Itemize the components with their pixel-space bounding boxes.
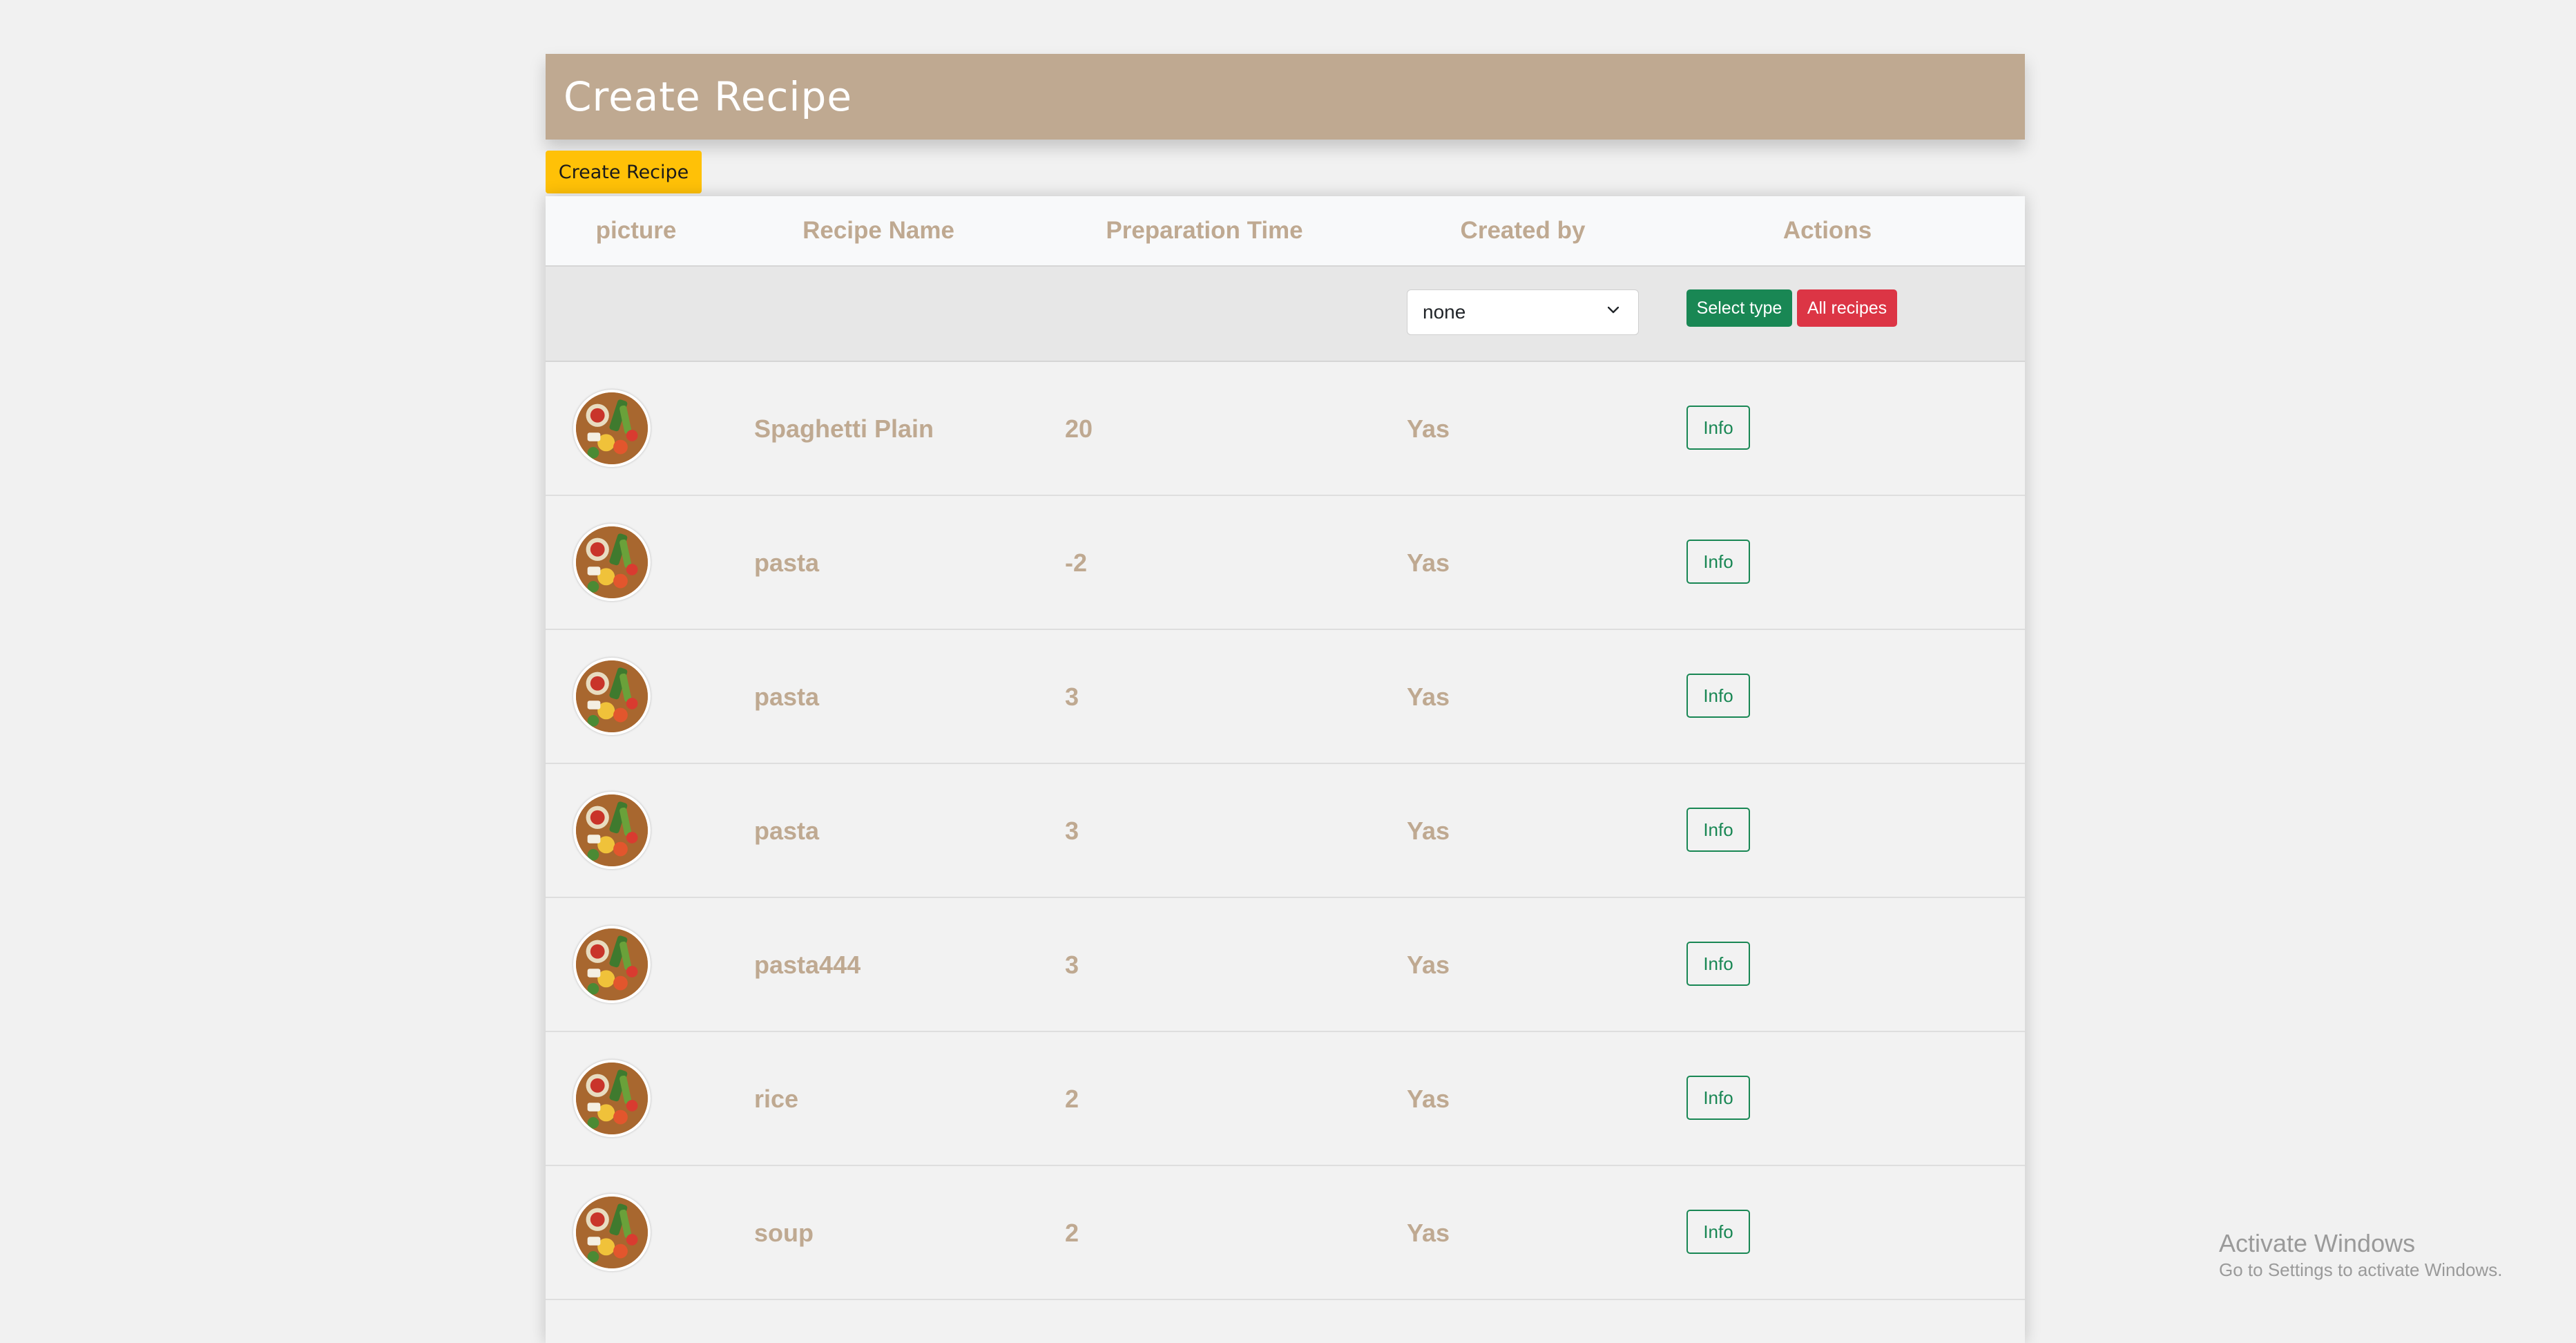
preparation-time: 20	[1065, 415, 1093, 443]
table-row: pasta 3 Yas Info	[546, 630, 2025, 764]
info-button[interactable]: Info	[1686, 1076, 1750, 1120]
recipe-name: Spaghetti Plain	[754, 415, 934, 443]
info-button[interactable]: Info	[1686, 942, 1750, 986]
table-row: pasta444 3 Yas Info	[546, 898, 2025, 1032]
column-header-created-by: Created by	[1460, 217, 1586, 244]
recipe-thumbnail-image	[573, 1060, 651, 1137]
created-by: Yas	[1407, 1219, 1450, 1247]
type-select[interactable]: none	[1407, 289, 1639, 335]
windows-activation-watermark: Activate Windows Go to Settings to activ…	[2219, 1228, 2502, 1281]
watermark-title: Activate Windows	[2219, 1229, 2416, 1257]
created-by: Yas	[1407, 1085, 1450, 1113]
created-by: Yas	[1407, 549, 1450, 577]
recipe-name: pasta	[754, 549, 820, 577]
create-recipe-button[interactable]: Create Recipe	[546, 151, 702, 193]
preparation-time: -2	[1065, 549, 1088, 577]
info-button[interactable]: Info	[1686, 540, 1750, 584]
recipe-name: pasta444	[754, 951, 861, 979]
select-type-button[interactable]: Select type	[1686, 289, 1792, 327]
table-body: Spaghetti Plain 20 Yas Info pasta -2 Yas Info pa…	[546, 362, 2025, 1300]
created-by: Yas	[1407, 951, 1450, 979]
recipe-thumbnail-image	[573, 390, 651, 467]
created-by: Yas	[1407, 683, 1450, 711]
column-header-picture: picture	[595, 217, 677, 244]
watermark-subtitle: Go to Settings to activate Windows.	[2219, 1259, 2503, 1280]
column-header-recipe-name: Recipe Name	[802, 217, 954, 244]
table-header: picture Recipe Name Preparation Time Cre…	[546, 196, 2025, 267]
table-row: rice 2 Yas Info	[546, 1032, 2025, 1166]
preparation-time: 3	[1065, 951, 1079, 979]
info-button[interactable]: Info	[1686, 674, 1750, 718]
recipe-name: pasta	[754, 683, 820, 711]
recipe-thumbnail-image	[573, 1194, 651, 1271]
recipe-name: rice	[754, 1085, 799, 1113]
info-button[interactable]: Info	[1686, 808, 1750, 852]
recipe-thumbnail-image	[573, 926, 651, 1003]
recipe-thumbnail-image	[573, 792, 651, 869]
preparation-time: 3	[1065, 683, 1079, 711]
created-by: Yas	[1407, 415, 1450, 443]
info-button[interactable]: Info	[1686, 406, 1750, 450]
chevron-down-icon	[1608, 307, 1619, 314]
recipes-table: picture Recipe Name Preparation Time Cre…	[546, 196, 2025, 1343]
table-row: pasta -2 Yas Info	[546, 496, 2025, 630]
filter-row: none Select type All recipes	[546, 267, 2025, 362]
info-button[interactable]: Info	[1686, 1210, 1750, 1254]
column-header-actions: Actions	[1782, 217, 1872, 244]
recipe-thumbnail-image	[573, 658, 651, 735]
preparation-time: 2	[1065, 1219, 1079, 1247]
recipes-page: Create Recipe Create Recipe picture Reci…	[546, 54, 2025, 1343]
preparation-time: 2	[1065, 1085, 1079, 1113]
recipe-name: soup	[754, 1219, 814, 1247]
all-recipes-button[interactable]: All recipes	[1797, 289, 1897, 327]
recipe-name: pasta	[754, 817, 820, 845]
recipe-thumbnail-image	[573, 524, 651, 601]
table-row: pasta 3 Yas Info	[546, 764, 2025, 898]
created-by: Yas	[1407, 817, 1450, 845]
table-row: Spaghetti Plain 20 Yas Info	[546, 362, 2025, 496]
page-title: Create Recipe	[564, 73, 853, 120]
type-select-value: none	[1423, 301, 1466, 323]
table-row: soup 2 Yas Info	[546, 1166, 2025, 1300]
preparation-time: 3	[1065, 817, 1079, 845]
page-header: Create Recipe	[546, 54, 2025, 140]
column-header-preparation-time: Preparation Time	[1106, 217, 1303, 244]
